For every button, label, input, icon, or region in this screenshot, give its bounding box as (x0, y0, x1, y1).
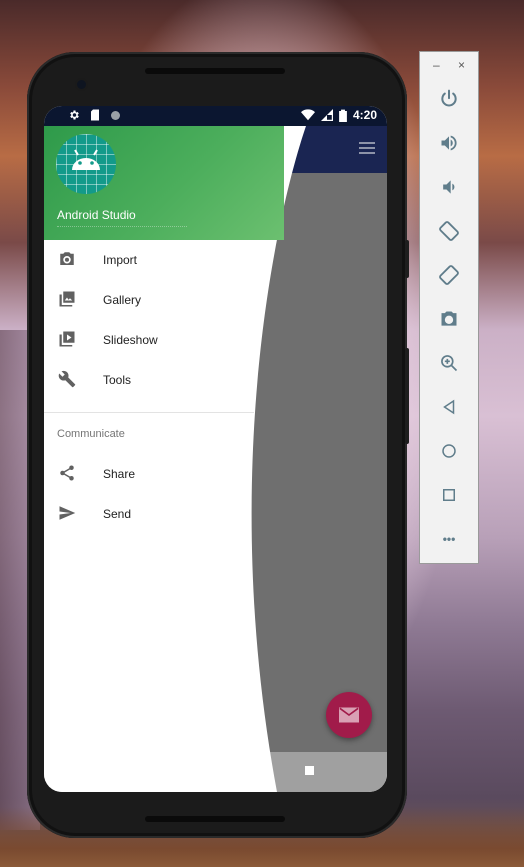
screenshot-button[interactable] (437, 307, 461, 331)
fab-button[interactable] (326, 692, 372, 738)
zoom-icon (441, 355, 458, 372)
volume-down-icon (443, 180, 455, 194)
avatar[interactable] (56, 134, 116, 194)
more-icon: ••• (442, 532, 456, 546)
signal-icon (320, 109, 333, 121)
volume-down-button[interactable] (437, 175, 461, 199)
back-icon (443, 399, 455, 415)
camera-icon (441, 311, 457, 326)
overview-button[interactable] (437, 483, 461, 507)
nav-recents-button[interactable] (305, 766, 314, 775)
menu-icon[interactable] (359, 142, 375, 154)
device-screen: 4:20 Android Studio Import Gallery Slide… (44, 106, 387, 792)
rotate-right-button[interactable] (437, 263, 461, 287)
home-icon (442, 444, 456, 458)
status-bar: 4:20 (44, 106, 387, 126)
zoom-button[interactable] (437, 351, 461, 375)
top-speaker (145, 68, 285, 74)
settings-icon (70, 110, 79, 120)
home-button[interactable] (437, 439, 461, 463)
drawer-item-tools[interactable]: Tools (44, 360, 264, 400)
drawer-item-import[interactable]: Import (44, 240, 264, 280)
clock: 4:20 (352, 108, 377, 122)
side-button-volume[interactable] (405, 348, 409, 444)
drawer-item-label: Tools (103, 373, 132, 387)
sync-dot-icon (111, 110, 120, 120)
close-button[interactable]: × (458, 58, 465, 72)
wrench-icon (58, 370, 76, 388)
minimize-button[interactable]: – (433, 58, 440, 72)
overview-icon (443, 489, 455, 501)
rotate-left-icon (439, 221, 459, 241)
wifi-icon (300, 109, 315, 121)
back-button[interactable] (437, 395, 461, 419)
power-icon (441, 89, 457, 107)
drawer-item-label: Import (103, 253, 138, 267)
system-nav-bar (44, 752, 387, 792)
battery-icon (339, 109, 347, 122)
drawer-menu: Import Gallery Slideshow Tools (44, 240, 264, 400)
volume-up-button[interactable] (437, 131, 461, 155)
more-button[interactable]: ••• (437, 527, 461, 551)
slideshow-icon (59, 331, 75, 347)
rotate-left-button[interactable] (437, 219, 461, 243)
drawer-item-gallery[interactable]: Gallery (44, 280, 264, 320)
drawer-item-slideshow[interactable]: Slideshow (44, 320, 264, 360)
emulator-toolbar: – × ••• (419, 51, 479, 564)
drawer-header: Android Studio (44, 126, 284, 240)
nav-home-button[interactable] (210, 766, 220, 776)
gallery-icon (59, 291, 75, 307)
front-camera (77, 80, 86, 89)
bottom-speaker (145, 816, 285, 822)
drawer-item-label: Slideshow (103, 333, 158, 347)
volume-up-icon (441, 135, 457, 151)
drawer-header-title: Android Studio (57, 208, 136, 222)
android-robot-icon (72, 149, 100, 170)
drawer-item-label: Gallery (103, 293, 142, 307)
mail-icon (339, 707, 359, 723)
sd-card-icon (91, 109, 99, 121)
side-button-power[interactable] (405, 240, 409, 278)
drawer-header-subtitle-placeholder (57, 226, 187, 228)
rotate-right-icon (439, 265, 459, 285)
nav-back-button[interactable] (114, 766, 122, 776)
power-button[interactable] (437, 87, 461, 111)
camera-icon (60, 252, 74, 265)
